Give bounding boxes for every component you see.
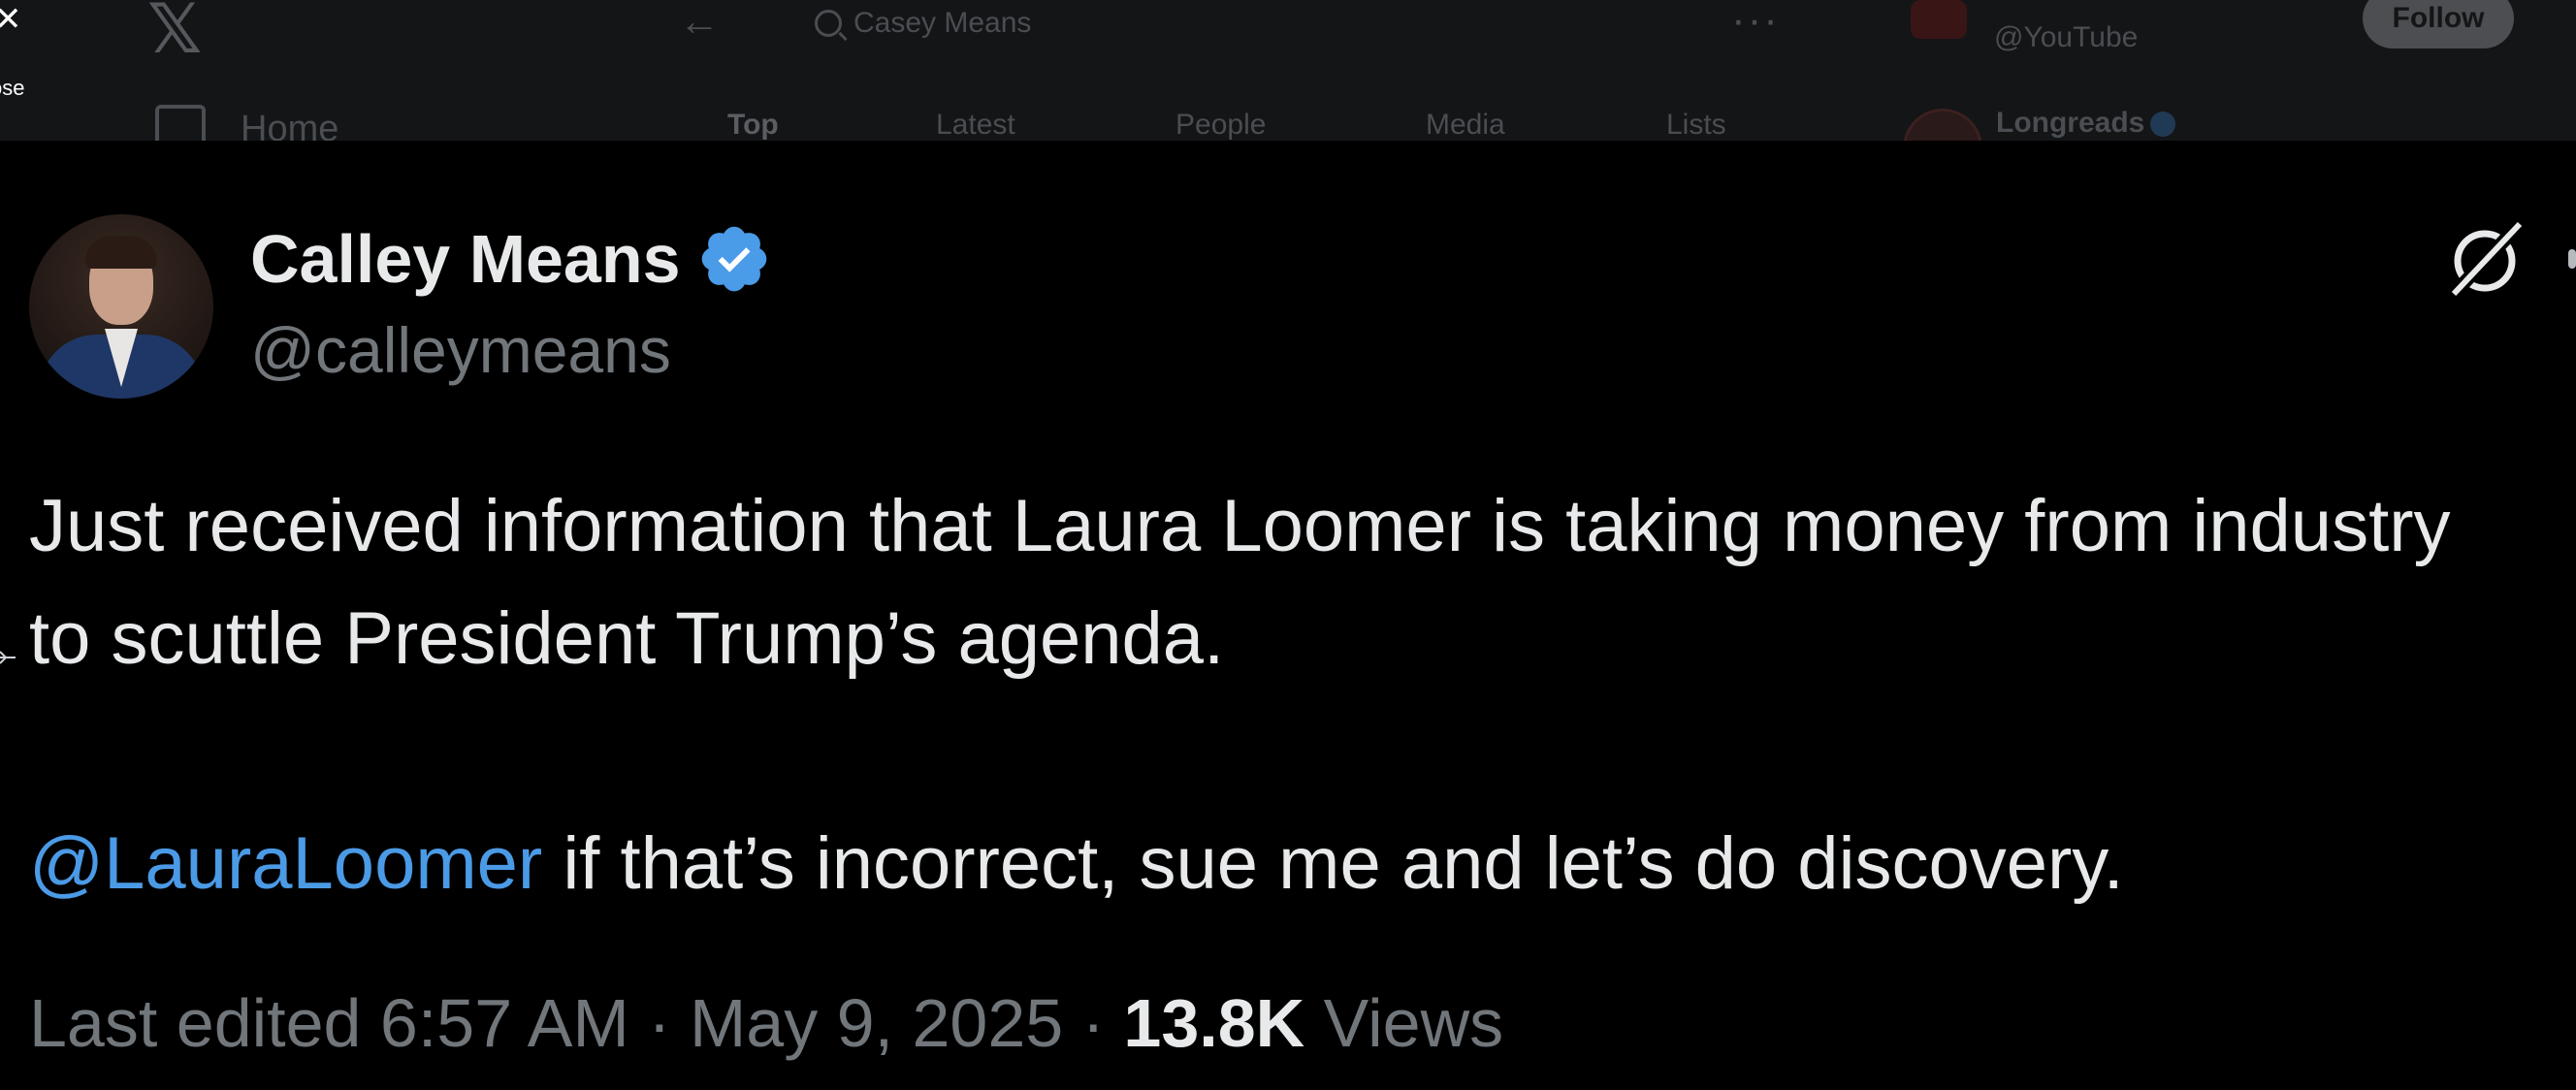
tab-people[interactable]: People <box>1175 109 1266 141</box>
longreads-avatar[interactable] <box>1903 109 1982 141</box>
display-name[interactable]: Calley Means <box>250 220 772 298</box>
tab-latest[interactable]: Latest <box>936 109 1015 141</box>
mention-link[interactable]: @LauraLoomer <box>29 822 542 905</box>
views-count: 13.8K <box>1123 985 1305 1061</box>
follow-button[interactable]: Follow <box>2363 0 2514 48</box>
tweet-paragraph-1: Just received information that Laura Loo… <box>29 485 2451 680</box>
search-icon <box>815 10 842 37</box>
tweet-meta: Last edited 6:57 AM · May 9, 2025 · 13.8… <box>29 984 1503 1062</box>
tweet-image: Calley Means @calleymeans Just received … <box>0 141 2576 1090</box>
background-app: 𝕏 ← Casey Means ··· @YouTube Follow Home… <box>0 0 2576 141</box>
edited-timestamp[interactable]: Last edited 6:57 AM · May 9, 2025 · <box>29 985 1123 1061</box>
longreads-name[interactable]: Longreads <box>1996 107 2176 140</box>
close-icon[interactable]: ✕ <box>0 3 22 36</box>
search-value: Casey Means <box>853 7 1032 39</box>
edge-mark <box>2568 249 2576 269</box>
youtube-handle[interactable]: @YouTube <box>1994 21 2138 54</box>
user-handle[interactable]: @calleymeans <box>250 313 671 387</box>
display-name-text: Calley Means <box>250 221 681 297</box>
tweet-text: Just received information that Laura Loo… <box>29 470 2512 920</box>
youtube-avatar[interactable] <box>1911 0 1967 39</box>
avatar[interactable] <box>29 214 213 399</box>
tab-lists[interactable]: Lists <box>1666 109 1726 141</box>
verified-badge-icon <box>2150 112 2176 138</box>
grok-icon[interactable] <box>2442 216 2528 302</box>
search-input[interactable]: Casey Means <box>815 0 1031 47</box>
views-label: Views <box>1304 985 1504 1061</box>
x-logo-icon[interactable]: 𝕏 <box>147 0 202 63</box>
nav-home-label[interactable]: Home <box>241 109 338 141</box>
close-label[interactable]: ose <box>0 76 24 101</box>
cursor-icon <box>0 651 16 664</box>
tab-media[interactable]: Media <box>1426 109 1505 141</box>
tweet-paragraph-2-text: if that’s incorrect, sue me and let’s do… <box>542 822 2124 905</box>
back-arrow-icon[interactable]: ← <box>679 1 720 42</box>
more-icon[interactable]: ··· <box>1731 0 1780 45</box>
tweet-paragraph-2: @LauraLoomer if that’s incorrect, sue me… <box>29 808 2512 920</box>
tab-top[interactable]: Top <box>727 109 779 141</box>
verified-badge-icon <box>701 226 766 292</box>
home-icon[interactable] <box>155 105 206 141</box>
longreads-name-text: Longreads <box>1996 107 2145 139</box>
